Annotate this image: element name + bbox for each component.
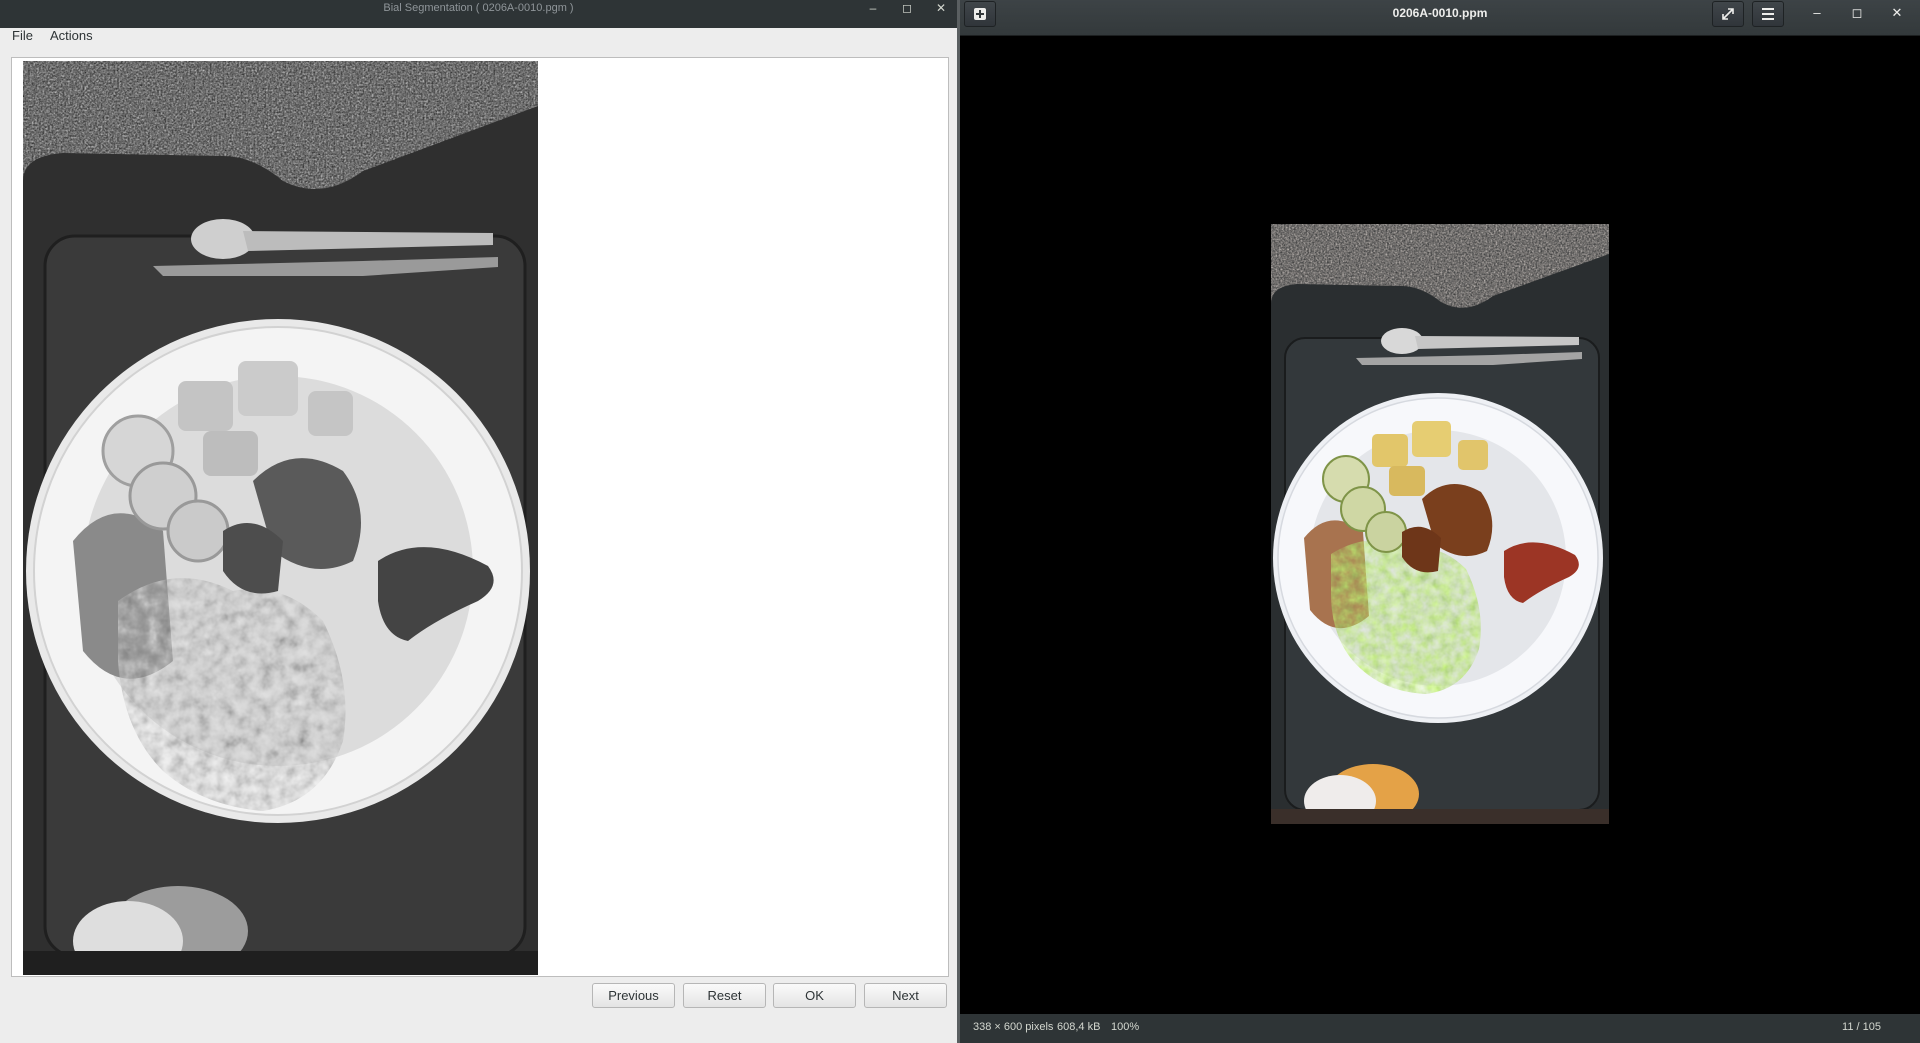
menu-file[interactable]: File — [12, 28, 33, 49]
maximize-button[interactable]: ◻ — [1844, 1, 1870, 27]
image-viewer-window: 0206A-0010.ppm – ◻ ✕ 338 × 600 pixels 60… — [960, 0, 1920, 1043]
close-button[interactable]: ✕ — [929, 0, 953, 17]
close-button[interactable]: ✕ — [1884, 1, 1910, 27]
button-bar: Previous Reset OK Next — [0, 978, 957, 1043]
minimize-button[interactable]: – — [861, 0, 885, 17]
menu-bar: File Actions — [0, 28, 957, 49]
image-index: 11 / 105 — [1842, 1021, 1881, 1033]
ok-button[interactable]: OK — [773, 983, 856, 1008]
status-bar: 338 × 600 pixels 608,4 kB 100% 11 / 105 — [960, 1014, 1920, 1043]
previous-button[interactable]: Previous — [592, 983, 675, 1008]
maximize-button[interactable]: ◻ — [895, 0, 919, 17]
hamburger-menu-icon[interactable] — [1752, 1, 1784, 27]
image-canvas[interactable] — [11, 57, 949, 977]
window-title: Bial Segmentation ( 0206A-0010.pgm ) — [383, 2, 574, 14]
menu-actions[interactable]: Actions — [50, 28, 93, 49]
grayscale-food-photo[interactable] — [23, 61, 538, 975]
reset-button[interactable]: Reset — [683, 983, 766, 1008]
title-bar[interactable]: Bial Segmentation ( 0206A-0010.pgm ) – ◻… — [0, 0, 957, 28]
header-bar[interactable]: 0206A-0010.ppm – ◻ ✕ — [960, 0, 1920, 36]
zoom-level: 100% — [1111, 1021, 1140, 1033]
fullscreen-icon[interactable] — [1712, 1, 1744, 27]
viewer-title: 0206A-0010.ppm — [1392, 6, 1488, 20]
minimize-button[interactable]: – — [1804, 1, 1830, 27]
image-dimensions: 338 × 600 pixels — [973, 1021, 1054, 1033]
add-icon[interactable] — [964, 1, 996, 27]
color-food-photo — [1271, 224, 1609, 824]
next-button[interactable]: Next — [864, 983, 947, 1008]
file-size: 608,4 kB — [1057, 1021, 1101, 1033]
segmentation-window: Bial Segmentation ( 0206A-0010.pgm ) – ◻… — [0, 0, 957, 1043]
